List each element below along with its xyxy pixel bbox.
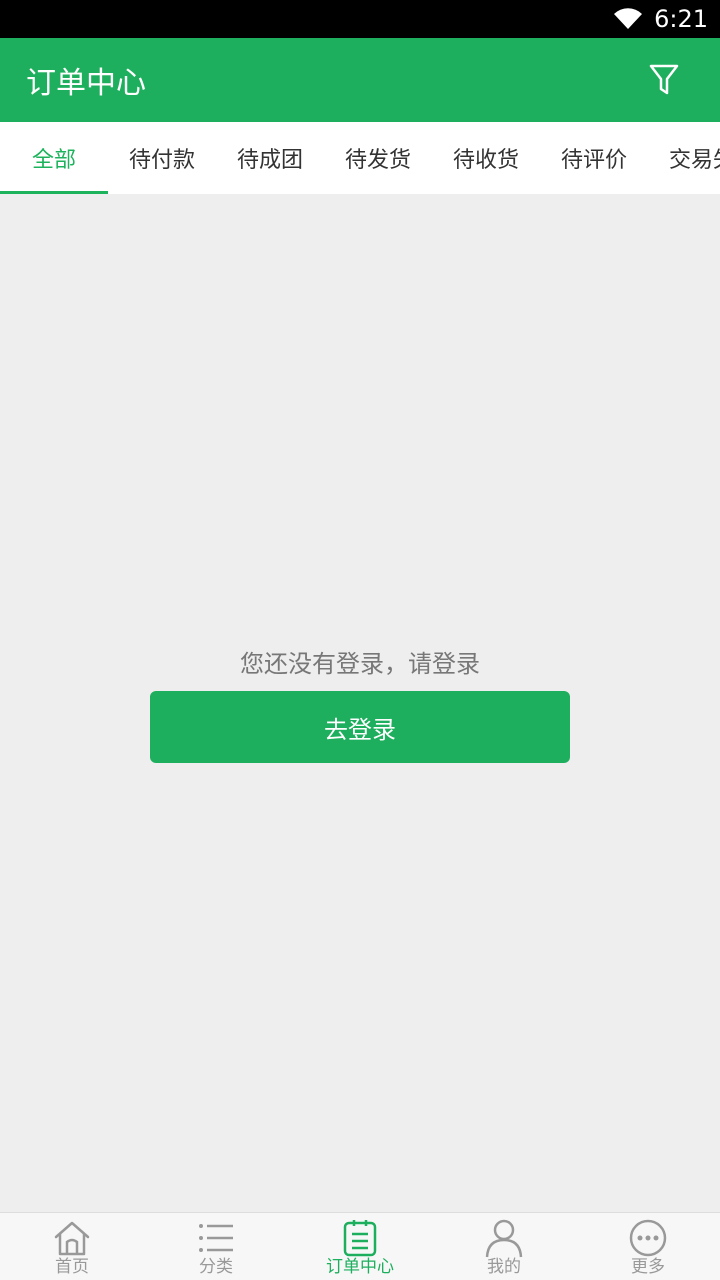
- list-icon: [199, 1224, 233, 1252]
- tab-pending-receipt[interactable]: 待收货: [432, 122, 540, 194]
- nav-label-me: 我的: [487, 1257, 521, 1277]
- nav-item-more[interactable]: 更多: [576, 1213, 720, 1280]
- nav-label-home: 首页: [55, 1257, 89, 1277]
- nav-label-orders: 订单中心: [326, 1257, 394, 1277]
- more-icon: [629, 1219, 667, 1257]
- tab-pending-shipment[interactable]: 待发货: [324, 122, 432, 194]
- nav-label-more: 更多: [631, 1257, 665, 1277]
- page-title: 订单中心: [26, 66, 146, 101]
- home-icon: [54, 1221, 90, 1256]
- status-time: 6:21: [654, 5, 708, 33]
- nav-label-category: 分类: [199, 1257, 233, 1277]
- bottom-navigation: 首页 分类 订单中心 我的 更多: [0, 1212, 720, 1280]
- nav-item-orders[interactable]: 订单中心: [288, 1213, 432, 1280]
- login-button[interactable]: 去登录: [150, 691, 570, 763]
- tab-failed-transactions[interactable]: 交易失: [648, 122, 720, 194]
- order-list-area: 您还没有登录，请登录 去登录: [0, 194, 720, 1212]
- order-status-tabs: 全部 待付款 待成团 待发货 待收货 待评价 交易失: [0, 122, 720, 194]
- nav-item-category[interactable]: 分类: [144, 1213, 288, 1280]
- tab-pending-payment[interactable]: 待付款: [108, 122, 216, 194]
- app-bar: 订单中心: [0, 38, 720, 122]
- status-bar: 6:21: [0, 0, 720, 38]
- wifi-icon: [614, 8, 643, 30]
- user-icon: [485, 1219, 523, 1258]
- tab-all[interactable]: 全部: [0, 122, 108, 194]
- filter-icon[interactable]: [648, 62, 680, 98]
- nav-item-home[interactable]: 首页: [0, 1213, 144, 1280]
- tab-pending-review[interactable]: 待评价: [540, 122, 648, 194]
- empty-message: 您还没有登录，请登录: [240, 650, 480, 678]
- nav-item-me[interactable]: 我的: [432, 1213, 576, 1280]
- order-icon: [343, 1220, 377, 1257]
- tab-pending-group[interactable]: 待成团: [216, 122, 324, 194]
